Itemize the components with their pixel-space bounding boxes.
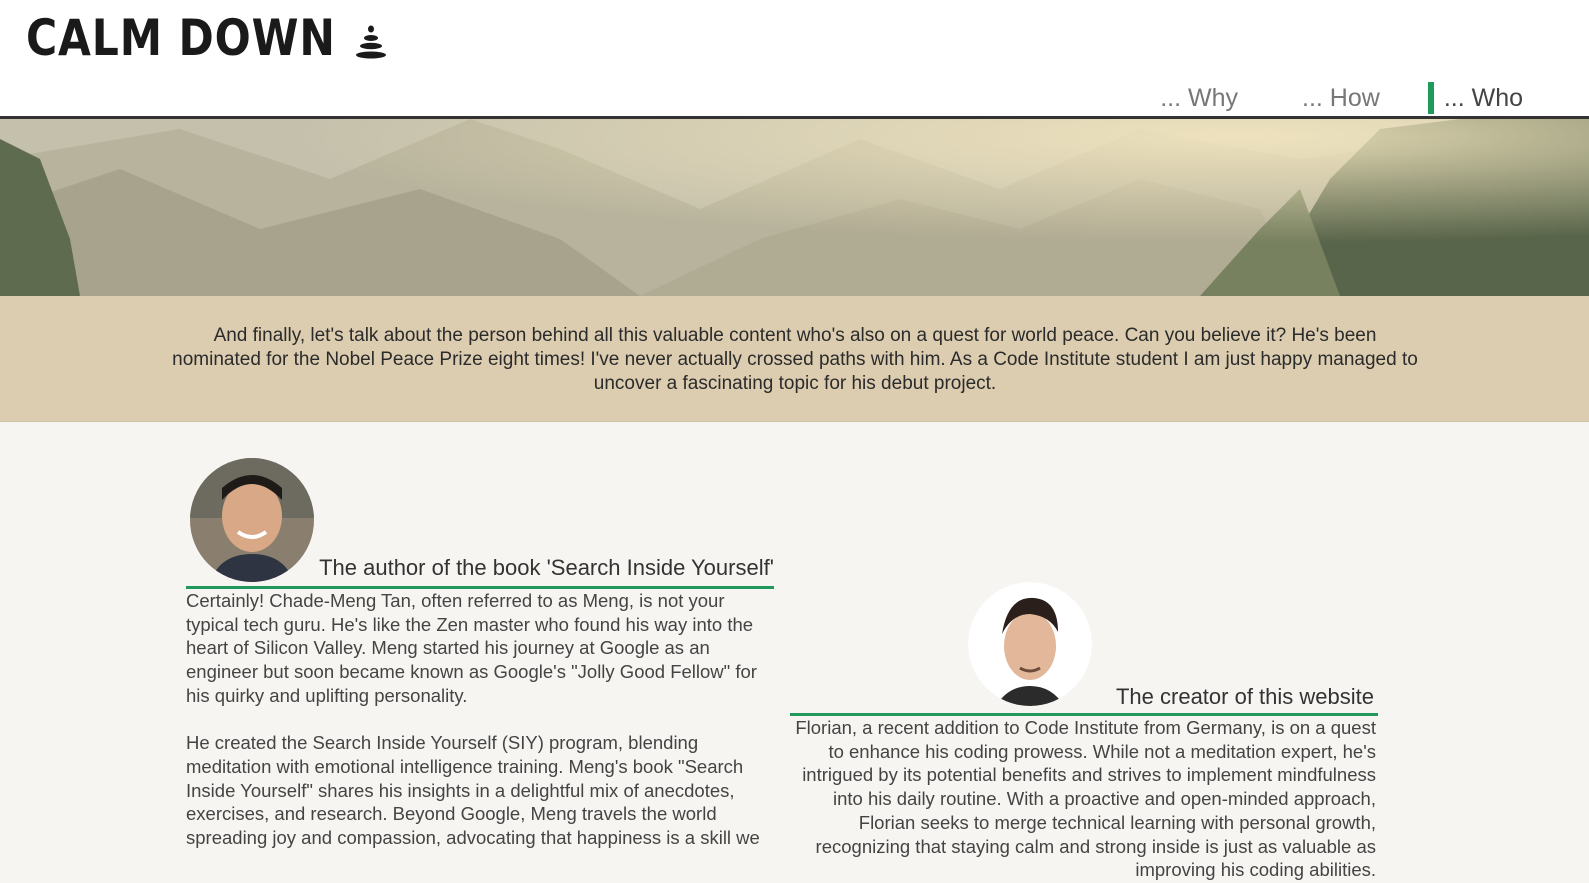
stacked-stones-icon	[354, 22, 388, 62]
author-card-body: Certainly! Chade-Meng Tan, often referre…	[186, 589, 774, 850]
creator-paragraph: Florian, a recent addition to Code Insti…	[795, 717, 1376, 881]
intro-band: And finally, let's talk about the person…	[0, 296, 1589, 422]
logo-text: CALM DOWN	[26, 9, 336, 67]
creator-card: The creator of this website Florian, a r…	[790, 582, 1378, 882]
creator-card-header: The creator of this website	[790, 582, 1378, 716]
author-paragraph: He created the Search Inside Yourself (S…	[186, 732, 760, 849]
site-header: CALM DOWN ... Why ... How ... Who	[0, 0, 1589, 119]
creator-card-body: Florian, a recent addition to Code Insti…	[790, 716, 1378, 882]
hero-image	[0, 119, 1589, 296]
author-card-header: The author of the book 'Search Inside Yo…	[186, 458, 774, 589]
nav-who[interactable]: ... Who	[1427, 82, 1523, 114]
author-card: The author of the book 'Search Inside Yo…	[186, 458, 774, 873]
author-card-title: The author of the book 'Search Inside Yo…	[319, 555, 774, 580]
avatar	[968, 582, 1092, 706]
creator-card-title: The creator of this website	[1115, 684, 1374, 709]
main-nav: ... Why ... How ... Who	[1096, 82, 1523, 114]
intro-text: And finally, let's talk about the person…	[172, 325, 1418, 394]
nav-how[interactable]: ... How	[1286, 82, 1380, 114]
logo-link[interactable]: CALM DOWN	[26, 8, 388, 68]
author-paragraph: Certainly! Chade-Meng Tan, often referre…	[186, 590, 757, 706]
avatar	[190, 458, 314, 582]
nav-why[interactable]: ... Why	[1144, 82, 1238, 114]
